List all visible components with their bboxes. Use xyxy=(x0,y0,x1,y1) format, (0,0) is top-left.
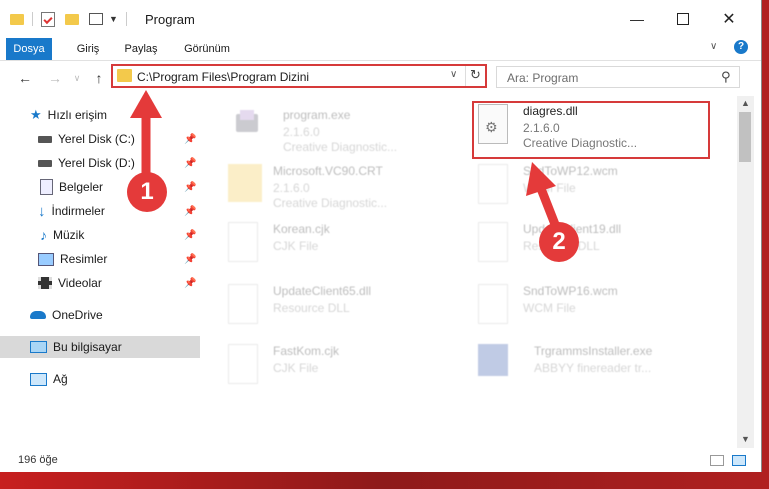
arrow-1-head xyxy=(130,90,162,118)
arrow-2-head xyxy=(526,162,556,196)
step-1-badge: 1 xyxy=(127,172,167,212)
annotation-overlay xyxy=(130,90,563,234)
step-2-badge: 2 xyxy=(539,222,579,262)
